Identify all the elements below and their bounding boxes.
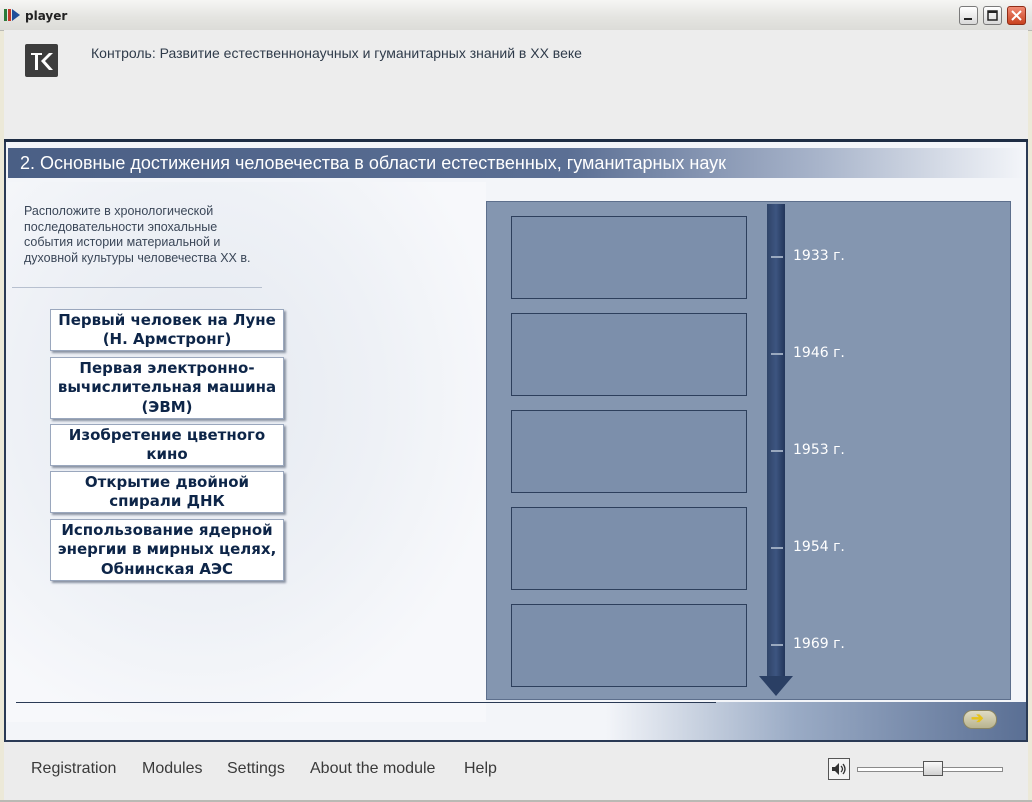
event-card[interactable]: Первый человек на Луне (Н. Армстронг) xyxy=(50,309,284,351)
menu-modules[interactable]: Modules xyxy=(142,760,202,778)
exercise-stage: 2. Основные достижения человечества в об… xyxy=(4,142,1028,740)
menu-about-module[interactable]: About the module xyxy=(310,760,435,778)
stage-bottom-line xyxy=(16,702,716,703)
close-icon xyxy=(1011,10,1022,21)
drop-slot[interactable] xyxy=(511,410,747,493)
timeline-tick xyxy=(771,644,783,646)
maximize-icon xyxy=(987,10,998,21)
instructions-text: Расположите в хронологической последоват… xyxy=(24,204,251,265)
close-button[interactable] xyxy=(1007,6,1026,25)
minimize-button[interactable] xyxy=(959,6,978,25)
player-app-icon xyxy=(4,9,20,21)
timeline-tick xyxy=(771,450,783,452)
module-header: Контроль: Развитие естественнонаучных и … xyxy=(4,30,1028,140)
section-title: 2. Основные достижения человечества в об… xyxy=(20,153,727,173)
minimize-icon xyxy=(964,18,972,20)
next-button[interactable]: ➔ xyxy=(963,710,997,729)
timeline-tick xyxy=(771,547,783,549)
drop-slot[interactable] xyxy=(511,313,747,396)
timeline-year: 1946 г. xyxy=(793,345,845,361)
page-title: Контроль: Развитие естественнонаучных и … xyxy=(91,45,582,61)
arrow-right-icon: ➔ xyxy=(971,710,984,727)
timeline-year: 1954 г. xyxy=(793,539,845,555)
menu-help[interactable]: Help xyxy=(464,760,497,778)
volume-slider-thumb[interactable] xyxy=(922,761,943,776)
event-card[interactable]: Изобретение цветного кино xyxy=(50,424,284,466)
timeline-year: 1969 г. xyxy=(793,636,845,652)
section-title-bar: 2. Основные достижения человечества в об… xyxy=(8,148,1024,178)
logo-icon xyxy=(25,44,58,77)
instructions-divider xyxy=(12,287,262,288)
timeline-panel: 1933 г. 1946 г. 1953 г. 1954 г. 1969 г. xyxy=(486,201,1011,700)
menu-settings[interactable]: Settings xyxy=(227,760,285,778)
maximize-button[interactable] xyxy=(983,6,1002,25)
menu-registration[interactable]: Registration xyxy=(31,760,116,778)
speaker-icon[interactable] xyxy=(828,758,850,780)
window-title: player xyxy=(25,9,68,23)
event-card[interactable]: Использование ядерной энергии в мирных ц… xyxy=(50,519,284,581)
event-card[interactable]: Открытие двойной спирали ДНК xyxy=(50,471,284,513)
timeline-year: 1953 г. xyxy=(793,442,845,458)
timeline-tick xyxy=(771,256,783,258)
footer-bar: Registration Modules Settings About the … xyxy=(4,742,1028,800)
drop-slot[interactable] xyxy=(511,507,747,590)
drop-slot[interactable] xyxy=(511,604,747,687)
window-title-bar: player xyxy=(0,0,1032,31)
event-card[interactable]: Первая электронно-вычислительная машина … xyxy=(50,357,284,419)
timeline-year: 1933 г. xyxy=(793,248,845,264)
drop-slot[interactable] xyxy=(511,216,747,299)
timeline-tick xyxy=(771,353,783,355)
timeline-arrow-icon xyxy=(759,676,793,696)
timeline-rail xyxy=(767,204,785,678)
